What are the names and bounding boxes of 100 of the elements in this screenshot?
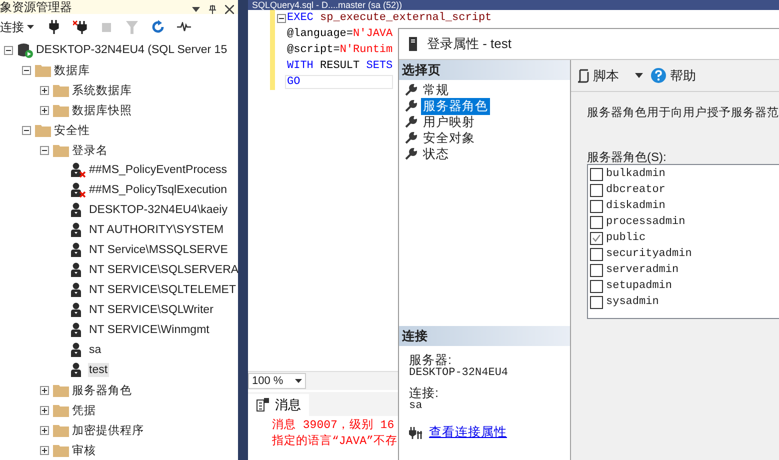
section-header: 连接 bbox=[399, 326, 570, 346]
document-icon bbox=[256, 398, 269, 412]
collapse-icon[interactable] bbox=[2, 44, 15, 56]
connect-button[interactable]: 连接 bbox=[0, 18, 36, 36]
code-line: @script=N'Runtim bbox=[286, 44, 393, 56]
tree-item[interactable]: NT SERVICE\SQLTELEMET bbox=[88, 283, 237, 297]
error-message: 指定的语言“JAVA”不存 bbox=[272, 434, 398, 450]
folder-icon bbox=[53, 144, 69, 156]
tree-item[interactable]: 凭据 bbox=[71, 402, 97, 418]
collapse-icon[interactable] bbox=[20, 124, 33, 136]
folder-icon bbox=[35, 64, 51, 76]
page-item[interactable]: 服务器角色 bbox=[421, 98, 490, 114]
expand-icon[interactable] bbox=[38, 84, 51, 96]
role-name: serveradmin bbox=[606, 264, 679, 276]
panel-title: 象资源管理器 bbox=[0, 1, 72, 14]
tree-item[interactable]: NT SERVICE\SQLWriter bbox=[88, 303, 214, 317]
pin-icon[interactable] bbox=[208, 5, 217, 14]
tree-item[interactable]: 数据库快照 bbox=[71, 102, 133, 118]
zoom-dropdown[interactable]: 100 % bbox=[248, 373, 306, 389]
folder-icon bbox=[53, 384, 69, 396]
tree-item[interactable]: NT SERVICE\Winmgmt bbox=[88, 323, 210, 337]
page-item[interactable]: 常规 bbox=[421, 82, 451, 98]
folder-icon bbox=[53, 444, 69, 456]
checkbox[interactable] bbox=[590, 296, 603, 308]
tree-item[interactable]: 系统数据库 bbox=[71, 82, 133, 98]
wrench-icon bbox=[405, 132, 417, 144]
view-connection-properties-link[interactable]: 查看连接属性 bbox=[429, 424, 507, 441]
tree-item[interactable]: 加密提供程序 bbox=[71, 422, 145, 438]
tree-item[interactable]: 审核 bbox=[71, 442, 97, 458]
tree-item[interactable]: NT Service\MSSQLSERVE bbox=[88, 243, 229, 257]
folder-icon bbox=[35, 124, 51, 136]
checkbox[interactable] bbox=[590, 216, 603, 228]
close-icon[interactable] bbox=[225, 5, 234, 14]
tree-item[interactable]: 登录名 bbox=[71, 142, 109, 158]
help-icon bbox=[651, 68, 666, 83]
section-header: 选择页 bbox=[399, 60, 570, 80]
dialog-title: 登录属性 - test bbox=[427, 35, 512, 53]
folder-icon bbox=[53, 424, 69, 436]
expand-icon[interactable] bbox=[38, 104, 51, 116]
role-name: dbcreator bbox=[606, 184, 666, 196]
field-value: sa bbox=[409, 400, 424, 412]
checkbox[interactable] bbox=[590, 264, 603, 276]
checkbox[interactable] bbox=[590, 184, 603, 196]
role-name: diskadmin bbox=[606, 200, 666, 212]
wrench-icon bbox=[405, 116, 417, 128]
dropdown-icon[interactable] bbox=[192, 7, 200, 12]
code-line: GO bbox=[286, 76, 392, 88]
tree-item[interactable]: 数据库 bbox=[53, 62, 91, 78]
dropdown-icon[interactable] bbox=[635, 73, 643, 78]
field-value: DESKTOP-32N4EU4 bbox=[409, 367, 510, 379]
tree-item[interactable]: sa bbox=[88, 343, 102, 357]
tree-item[interactable]: 服务器角色 bbox=[71, 382, 133, 398]
description-text: 服务器角色用于向用户授予服务器范 bbox=[587, 105, 779, 121]
tree-item[interactable]: DESKTOP-32N4EU4\kaeiy bbox=[88, 203, 228, 217]
role-name: sysadmin bbox=[606, 296, 659, 308]
page-item[interactable]: 状态 bbox=[421, 146, 451, 162]
tree-item[interactable]: NT AUTHORITY\SYSTEM bbox=[88, 223, 225, 237]
disconnect-icon[interactable] bbox=[72, 19, 88, 35]
checkbox[interactable] bbox=[590, 200, 603, 212]
field-label: 服务器角色(S): bbox=[587, 150, 668, 164]
folder-icon bbox=[53, 104, 69, 116]
field-label: 服务器: bbox=[409, 354, 452, 367]
messages-tab[interactable]: 消息 bbox=[248, 394, 309, 416]
tree-item[interactable]: DESKTOP-32N4EU4 (SQL Server 15 bbox=[35, 43, 228, 57]
role-name: setupadmin bbox=[606, 280, 672, 292]
checkbox[interactable] bbox=[590, 280, 603, 292]
page-item[interactable]: 用户映射 bbox=[421, 114, 477, 130]
expand-icon[interactable] bbox=[38, 444, 51, 456]
role-name: bulkadmin bbox=[606, 168, 666, 180]
expand-icon[interactable] bbox=[38, 384, 51, 396]
collapse-icon[interactable] bbox=[38, 144, 51, 156]
wrench-icon bbox=[405, 100, 417, 112]
database-server-icon bbox=[17, 42, 33, 58]
expand-icon[interactable] bbox=[38, 424, 51, 436]
checkbox[interactable] bbox=[590, 232, 603, 244]
folder-icon bbox=[53, 84, 69, 96]
checkbox[interactable] bbox=[590, 248, 603, 260]
role-name: public bbox=[606, 232, 646, 244]
collapse-icon[interactable] bbox=[276, 14, 286, 22]
help-button[interactable]: 帮助 bbox=[651, 66, 696, 84]
plug-icon[interactable] bbox=[46, 19, 62, 35]
tree-item[interactable]: test bbox=[88, 363, 109, 377]
code-line: WITH RESULT SETS bbox=[286, 60, 393, 72]
caret-icon bbox=[27, 25, 34, 29]
wrench-icon bbox=[405, 148, 417, 160]
checkbox[interactable] bbox=[590, 168, 603, 180]
field-label: 连接: bbox=[409, 387, 440, 400]
script-button[interactable]: 脚本 bbox=[577, 66, 619, 84]
role-name: processadmin bbox=[606, 216, 686, 228]
expand-icon[interactable] bbox=[38, 404, 51, 416]
server-icon bbox=[409, 37, 417, 51]
error-message: 消息 39007，级别 16 bbox=[272, 418, 394, 434]
refresh-icon[interactable] bbox=[150, 19, 166, 35]
collapse-icon[interactable] bbox=[20, 64, 33, 76]
connection-icon bbox=[409, 426, 423, 438]
folder-icon bbox=[53, 404, 69, 416]
page-item[interactable]: 安全对象 bbox=[421, 130, 477, 146]
code-line: EXEC sp_execute_external_script bbox=[286, 12, 492, 24]
tree-item[interactable]: 安全性 bbox=[53, 122, 91, 138]
role-name: securityadmin bbox=[606, 248, 692, 260]
